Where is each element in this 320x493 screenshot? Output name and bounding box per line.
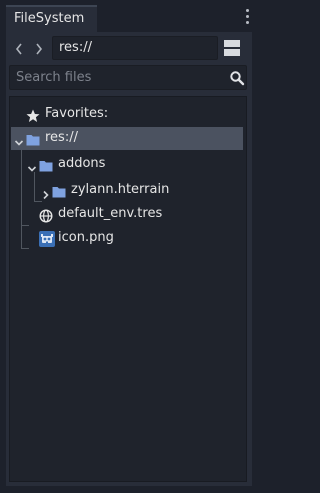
tree-row-favorites[interactable]: Favorites: [10, 103, 246, 126]
zylann-hterrain-label: zylann.hterrain [71, 182, 170, 197]
tree-row-default-env[interactable]: default_env.tres [10, 203, 246, 226]
tab-bar: FileSystem [0, 0, 258, 32]
search-input[interactable]: Search files [9, 65, 247, 90]
tree-row-zylann-hterrain[interactable]: zylann.hterrain [10, 179, 246, 202]
addons-label: addons [58, 156, 106, 171]
path-input[interactable]: res:// [52, 36, 218, 60]
tree-row-icon-png[interactable]: icon.png [10, 227, 246, 250]
chevron-right-icon[interactable] [41, 185, 51, 200]
file-tree: Favorites: res:// addons zylann.hterrain… [9, 96, 247, 482]
forward-arrow-icon[interactable] [32, 40, 46, 58]
back-arrow-icon[interactable] [12, 40, 26, 58]
folder-icon [52, 184, 66, 198]
chevron-down-icon[interactable] [27, 159, 37, 172]
favorites-label: Favorites: [45, 106, 109, 121]
dock-content: res:// Search files Favorites: res:// ad… [6, 32, 252, 486]
tree-row-addons[interactable]: addons [10, 153, 246, 176]
res-root-label: res:// [45, 130, 78, 145]
chevron-down-icon[interactable] [14, 133, 24, 146]
tree-row-res-root[interactable]: res:// [11, 127, 243, 150]
globe-icon [39, 208, 53, 223]
search-icon [229, 70, 245, 86]
star-icon [26, 108, 40, 122]
tab-filesystem[interactable]: FileSystem [6, 5, 97, 32]
folder-icon [26, 132, 40, 146]
path-value: res:// [59, 40, 92, 55]
search-placeholder: Search files [16, 70, 92, 85]
folder-icon [39, 158, 53, 172]
split-mode-icon[interactable] [224, 40, 240, 56]
filesystem-dock: FileSystem res:// Search files Favorites… [0, 0, 258, 493]
default-env-label: default_env.tres [58, 206, 163, 221]
dock-menu-icon[interactable] [244, 9, 250, 27]
godot-image-icon [39, 231, 55, 247]
icon-png-label: icon.png [58, 230, 114, 245]
tab-label: FileSystem [14, 11, 85, 26]
